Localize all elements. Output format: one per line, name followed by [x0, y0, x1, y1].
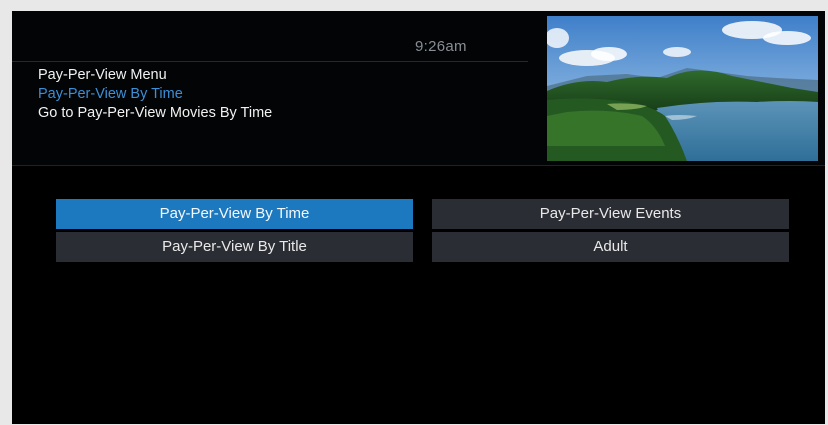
clock: 9:26am — [415, 38, 467, 55]
ppv-by-time-button[interactable]: Pay-Per-View By Time — [56, 199, 413, 229]
breadcrumb: Pay-Per-View Menu Pay-Per-View By Time G… — [38, 66, 272, 123]
item-description: Go to Pay-Per-View Movies By Time — [38, 105, 273, 121]
tv-screen: 9:26am Pay-Per-View Menu Pay-Per-View By… — [12, 11, 825, 424]
header-panel: 9:26am Pay-Per-View Menu Pay-Per-View By… — [12, 11, 825, 166]
ppv-events-button[interactable]: Pay-Per-View Events — [432, 199, 789, 229]
breadcrumb-menu: Pay-Per-View Menu — [38, 67, 167, 83]
header-divider — [12, 61, 528, 62]
ppv-by-title-button[interactable]: Pay-Per-View By Title — [56, 232, 413, 262]
breadcrumb-current: Pay-Per-View By Time — [38, 86, 183, 102]
adult-button[interactable]: Adult — [432, 232, 789, 262]
video-preview — [547, 16, 818, 161]
